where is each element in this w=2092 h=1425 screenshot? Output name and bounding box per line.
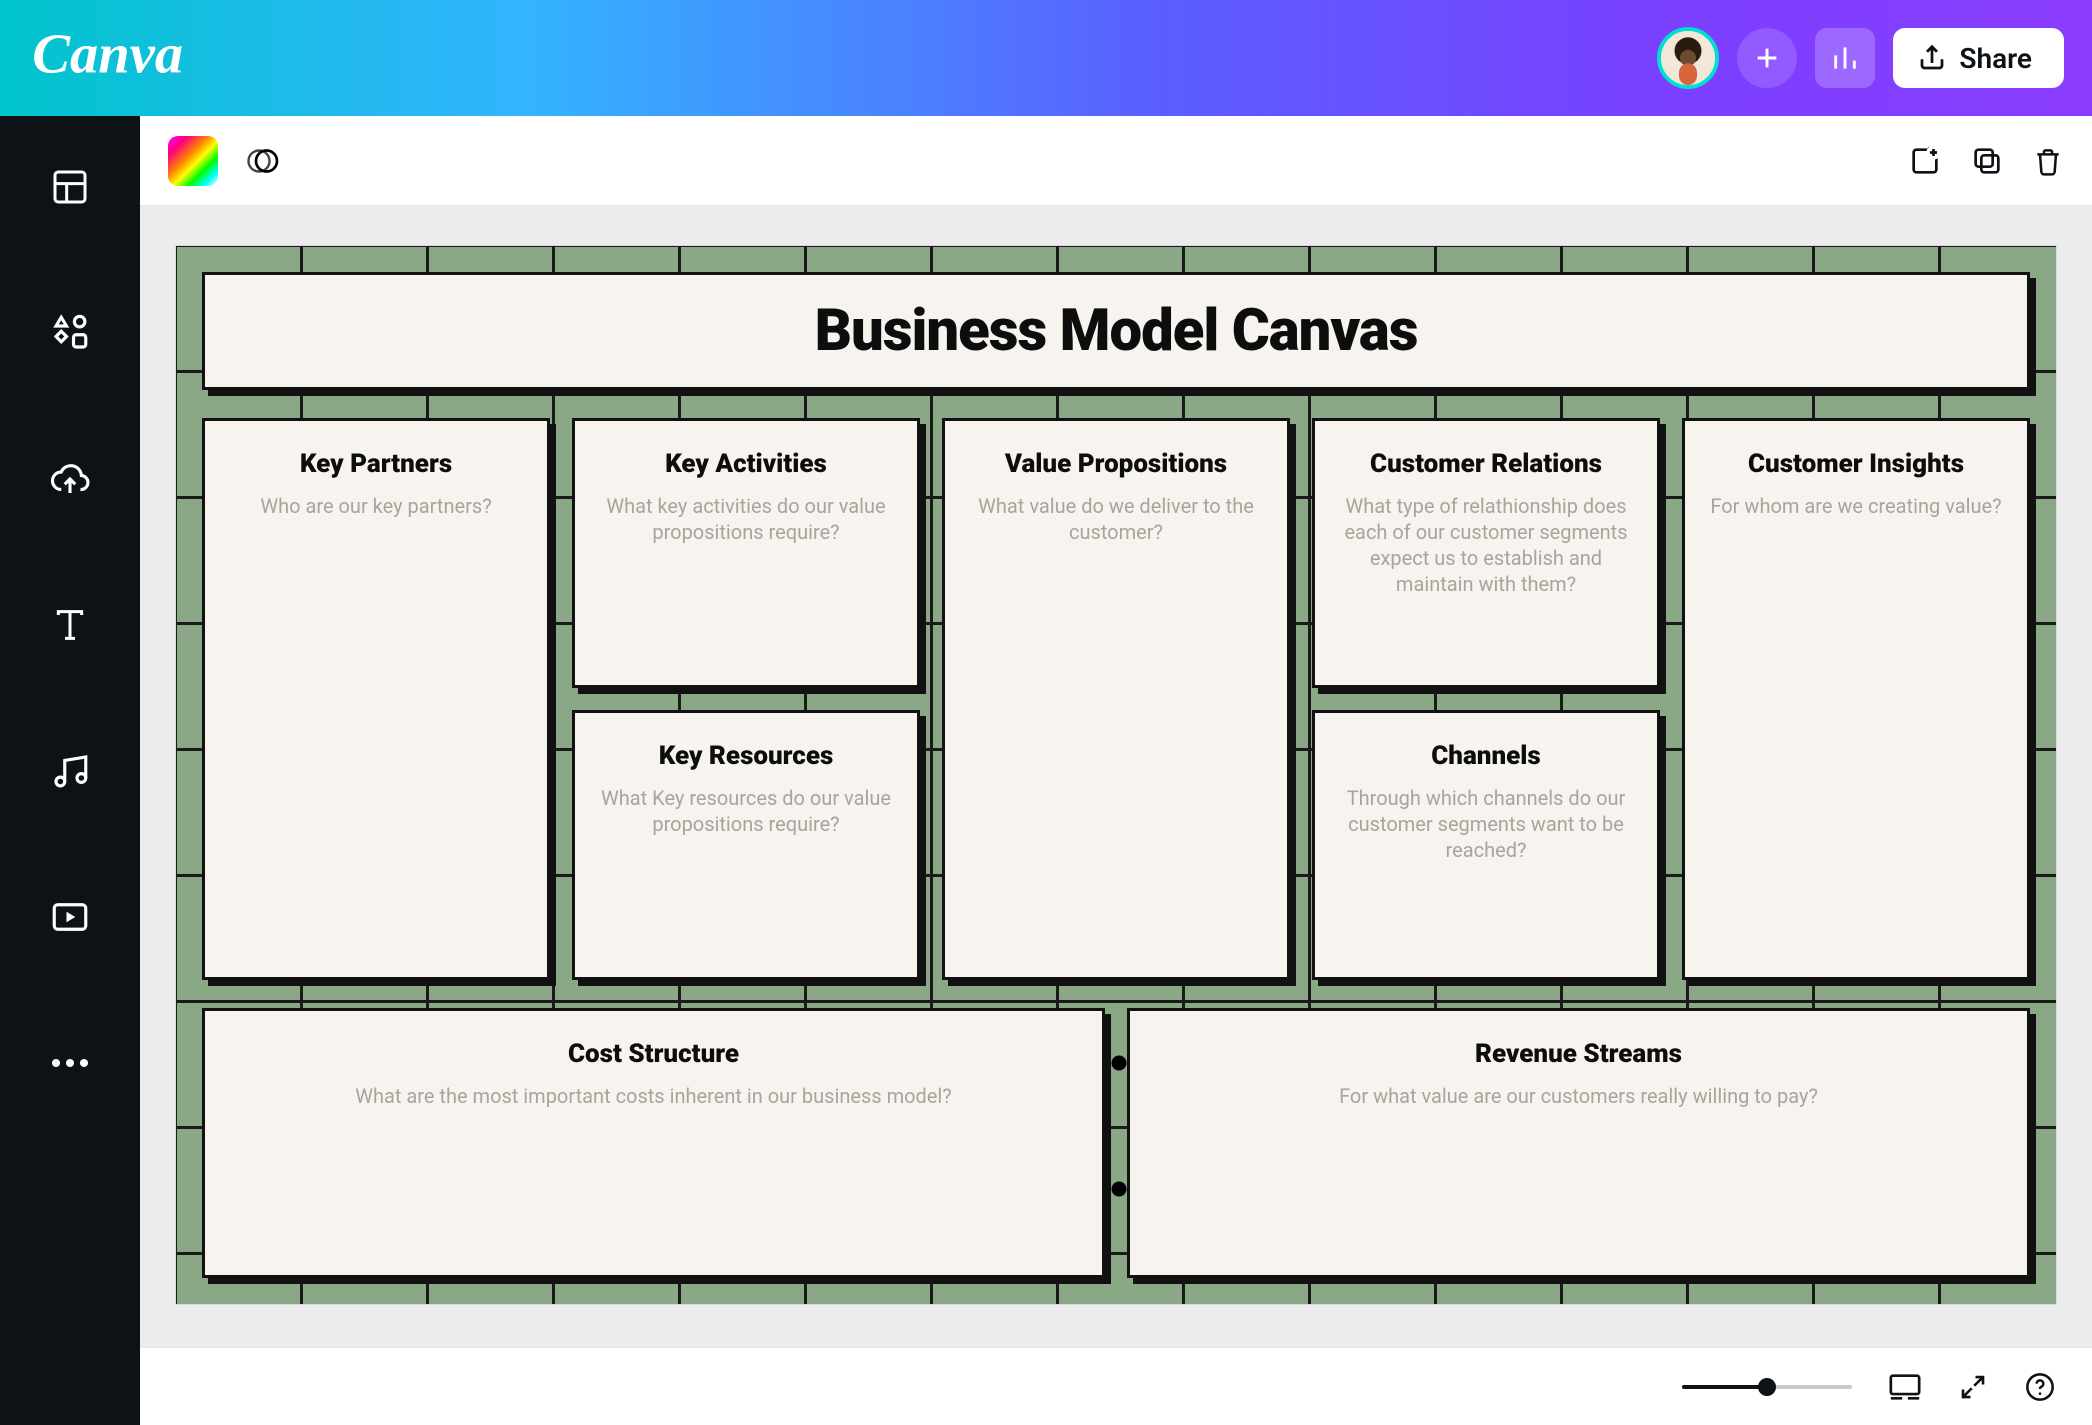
- card-prompt: What type of relathionship does each of …: [1333, 493, 1639, 597]
- context-left: [168, 136, 282, 186]
- text-icon: [50, 605, 90, 645]
- card-prompt: Through which channels do our customer s…: [1333, 785, 1639, 863]
- fullscreen-button[interactable]: [1958, 1372, 1988, 1402]
- card-title: Key Resources: [593, 741, 899, 771]
- card-title: Value Propositions: [963, 449, 1269, 479]
- work-column: Business Model Canvas Key Partners Who a…: [140, 116, 2092, 1425]
- bmc-title: Business Model Canvas: [205, 297, 2027, 365]
- bmc-card-channels[interactable]: Channels Through which channels do our c…: [1312, 710, 1660, 980]
- bottom-bar: [140, 1347, 2092, 1425]
- sidebar-more[interactable]: [47, 1040, 93, 1086]
- sidebar-videos[interactable]: [47, 894, 93, 940]
- design-stage[interactable]: Business Model Canvas Key Partners Who a…: [140, 206, 2092, 1347]
- card-prompt: What Key resources do our value proposit…: [593, 785, 899, 837]
- delete-page-button[interactable]: [2032, 144, 2064, 178]
- analytics-button[interactable]: [1815, 28, 1875, 88]
- canvas-inner: Business Model Canvas Key Partners Who a…: [202, 272, 2030, 1278]
- card-prompt: What value do we deliver to the customer…: [963, 493, 1269, 545]
- add-page-button[interactable]: [1908, 144, 1942, 178]
- svg-text:Canva: Canva: [32, 28, 183, 86]
- card-title: Key Partners: [223, 449, 529, 479]
- transparency-button[interactable]: [242, 141, 282, 181]
- card-title: Cost Structure: [223, 1039, 1084, 1069]
- more-icon: [49, 1057, 91, 1069]
- canvas-page[interactable]: Business Model Canvas Key Partners Who a…: [176, 246, 2056, 1304]
- elements-icon: [49, 312, 91, 354]
- card-title: Customer Insights: [1703, 449, 2009, 479]
- share-label: Share: [1959, 42, 2032, 75]
- plus-icon: [1751, 42, 1783, 74]
- avatar[interactable]: [1657, 27, 1719, 89]
- bmc-card-key-resources[interactable]: Key Resources What Key resources do our …: [572, 710, 920, 980]
- share-button[interactable]: Share: [1893, 28, 2064, 88]
- context-right: [1908, 144, 2064, 178]
- page-view-icon: [1888, 1372, 1922, 1402]
- trash-icon: [2032, 144, 2064, 178]
- bmc-card-customer-insights[interactable]: Customer Insights For whom are we creati…: [1682, 418, 2030, 980]
- card-title: Key Activities: [593, 449, 899, 479]
- bmc-card-key-activities[interactable]: Key Activities What key activities do ou…: [572, 418, 920, 688]
- bmc-grid-row: Key Partners Who are our key partners? K…: [202, 418, 2030, 980]
- bmc-card-customer-relations[interactable]: Customer Relations What type of relathio…: [1312, 418, 1660, 688]
- page-view-button[interactable]: [1888, 1372, 1922, 1402]
- sidebar-uploads[interactable]: [47, 456, 93, 502]
- zoom-slider-fill: [1682, 1385, 1767, 1389]
- card-prompt: What are the most important costs inhere…: [223, 1083, 1084, 1109]
- fullscreen-icon: [1958, 1372, 1988, 1402]
- zoom-slider[interactable]: [1682, 1385, 1852, 1389]
- sidebar-templates[interactable]: [47, 164, 93, 210]
- bar-chart-icon: [1829, 42, 1861, 74]
- card-title: Channels: [1333, 741, 1639, 771]
- cloud-upload-icon: [49, 458, 91, 500]
- bmc-card-revenue-streams[interactable]: Revenue Streams For what value are our c…: [1127, 1008, 2030, 1278]
- card-prompt: Who are our key partners?: [223, 493, 529, 519]
- video-icon: [49, 896, 91, 938]
- app-header: Canva Share: [0, 0, 2092, 116]
- context-toolbar: [140, 116, 2092, 206]
- sidebar-elements[interactable]: [47, 310, 93, 356]
- music-icon: [49, 750, 91, 792]
- card-title: Customer Relations: [1333, 449, 1639, 479]
- card-prompt: For what value are our customers really …: [1148, 1083, 2009, 1109]
- sidebar-audio[interactable]: [47, 748, 93, 794]
- bmc-card-cost-structure[interactable]: Cost Structure What are the most importa…: [202, 1008, 1105, 1278]
- help-icon: [2024, 1371, 2056, 1403]
- header-right: Share: [1657, 27, 2064, 89]
- zoom-slider-thumb[interactable]: [1758, 1378, 1776, 1396]
- canva-logo[interactable]: Canva: [28, 28, 208, 88]
- card-title: Revenue Streams: [1148, 1039, 2009, 1069]
- duplicate-page-button[interactable]: [1970, 144, 2004, 178]
- share-icon: [1917, 43, 1947, 73]
- sidebar-text[interactable]: [47, 602, 93, 648]
- bmc-col-relations-channels: Customer Relations What type of relathio…: [1312, 418, 1660, 980]
- duplicate-icon: [1970, 144, 2004, 178]
- bmc-card-key-partners[interactable]: Key Partners Who are our key partners?: [202, 418, 550, 980]
- help-button[interactable]: [2024, 1371, 2056, 1403]
- bmc-col-activities-resources: Key Activities What key activities do ou…: [572, 418, 920, 980]
- left-rail: [0, 116, 140, 1425]
- background-color-button[interactable]: [168, 136, 218, 186]
- bmc-title-box[interactable]: Business Model Canvas: [202, 272, 2030, 390]
- card-prompt: For whom are we creating value?: [1703, 493, 2009, 519]
- main-area: Business Model Canvas Key Partners Who a…: [0, 116, 2092, 1425]
- add-page-icon: [1908, 144, 1942, 178]
- transparency-icon: [244, 143, 280, 179]
- templates-icon: [50, 167, 90, 207]
- bmc-card-value-propositions[interactable]: Value Propositions What value do we deli…: [942, 418, 1290, 980]
- bmc-bottom-row: Cost Structure What are the most importa…: [202, 1008, 2030, 1278]
- card-prompt: What key activities do our value proposi…: [593, 493, 899, 545]
- invite-button[interactable]: [1737, 28, 1797, 88]
